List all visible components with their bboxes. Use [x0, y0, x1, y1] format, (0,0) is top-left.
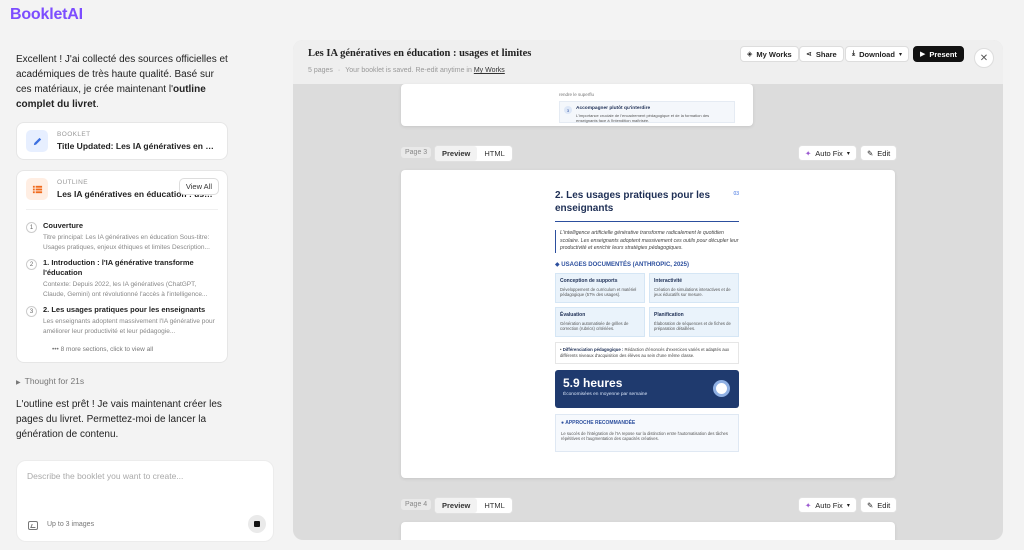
tab-html[interactable]: HTML — [477, 146, 511, 161]
stop-button[interactable] — [248, 515, 266, 533]
usage-cell: Évaluation Génération automatisée de gri… — [555, 306, 645, 337]
layers-icon: ◈ — [747, 51, 753, 58]
present-button[interactable]: ▶ Present — [913, 46, 964, 62]
composer: Up to 3 images — [16, 460, 274, 542]
preview-header: Les IA génératives en éducation : usages… — [293, 40, 1003, 84]
booklet-meta: 5 pages · Your booklet is saved. Re-edit a… — [308, 67, 505, 74]
auto-fix-button[interactable]: ✦ Auto Fix ▾ — [798, 497, 857, 513]
outline-item-desc: Contexte: Depuis 2022, les IA générative… — [43, 281, 208, 298]
list-icon — [26, 178, 48, 200]
booklet-title: Les IA génératives en éducation : usages… — [308, 48, 532, 59]
chevron-down-icon: ▾ — [846, 150, 850, 157]
page-4-toolbar: Page 4 Preview HTML ✦ Auto Fix ▾ ✎ Edit — [401, 497, 898, 514]
page-2-content: rendre le superflu 3 Accompagner plutôt … — [559, 92, 735, 123]
my-works-button[interactable]: ◈ My Works — [740, 46, 799, 62]
image-upload-icon[interactable] — [28, 521, 38, 530]
usage-cell: Conception de supports Développement de … — [555, 272, 645, 303]
caret-right-icon: ▶ — [16, 380, 21, 386]
edit-button[interactable]: ✎ Edit — [860, 497, 898, 513]
outline-list: 1 Couverture Titre principal: Les IA gén… — [26, 209, 218, 353]
outline-item-title: Couverture — [43, 221, 84, 230]
page-3-label: Page 3 — [401, 147, 432, 158]
more-sections-link[interactable]: ••• 8 more sections, click to view all — [52, 346, 218, 353]
page-4-card[interactable] — [401, 522, 895, 540]
stat-label: Économisées en moyenne par semaine — [563, 391, 648, 397]
approach-box: ● APPROCHE RECOMMANDÉE Le succès de l'in… — [555, 413, 739, 452]
tab-html[interactable]: HTML — [477, 498, 511, 513]
clock-icon — [713, 379, 730, 397]
outline-item[interactable]: 1 Couverture Titre principal: Les IA gén… — [26, 221, 218, 253]
prompt-input[interactable] — [27, 471, 263, 481]
close-preview-button[interactable]: ✕ — [974, 48, 994, 68]
page-2-line: rendre le superflu — [559, 92, 595, 97]
usage-cell: Planification Élaboration de séquences e… — [649, 306, 739, 337]
booklet-title: Title Updated: Les IA génératives en édu… — [57, 141, 217, 151]
page-3-document: 03 2. Les usages pratiques pour les ense… — [555, 189, 739, 452]
assistant-message-2: L'outline est prêt ! Je vais maintenant … — [16, 399, 222, 440]
images-hint: Up to 3 images — [47, 521, 95, 528]
app-logo[interactable]: BookletAI — [10, 6, 83, 24]
step-number: 3 — [564, 106, 572, 114]
usage-cell: Interactivité Création de simulations in… — [649, 272, 739, 303]
chat-panel: Excellent ! J'ai collecté des sources of… — [0, 40, 292, 550]
outline-item[interactable]: 3 2. Les usages pratiques pour les ensei… — [26, 305, 218, 337]
view-toggle: Preview HTML — [434, 145, 513, 162]
pencil-icon — [26, 130, 48, 152]
share-icon: ⋖ — [806, 51, 812, 58]
differentiation-box: • Différenciation pédagogique : Rédactio… — [555, 341, 739, 364]
edit-button[interactable]: ✎ Edit — [860, 145, 898, 161]
usage-grid: Conception de supports Développement de … — [555, 272, 739, 337]
tab-preview[interactable]: Preview — [435, 498, 478, 513]
stop-icon — [254, 521, 260, 527]
doc-section-title: ◆ USAGES DOCUMENTÉS (ANTHROPIC, 2025) — [555, 261, 689, 268]
outline-item[interactable]: 2 1. Introduction : l'IA générative tran… — [26, 258, 218, 300]
outline-item-title: 1. Introduction : l'IA générative transf… — [43, 258, 194, 277]
outline-number: 2 — [26, 259, 37, 270]
download-icon: ⤓ — [852, 50, 856, 57]
page-4-label: Page 4 — [401, 499, 432, 510]
download-button[interactable]: ⤓ Download ▾ — [845, 46, 909, 62]
page-number: 03 — [733, 191, 739, 197]
view-toggle: Preview HTML — [434, 497, 513, 514]
my-works-link[interactable]: My Works — [474, 67, 505, 74]
outline-card[interactable]: OUTLINE Les IA génératives en éducation … — [16, 170, 228, 363]
stat-value: 5.9 heures — [563, 375, 623, 390]
chevron-down-icon: ▾ — [846, 502, 850, 509]
assistant-message: Excellent ! J'ai collecté des sources of… — [16, 54, 228, 110]
outline-item-desc: Les enseignants adoptent massivement l'I… — [43, 318, 215, 335]
booklet-card[interactable]: BOOKLET Title Updated: Les IA générative… — [16, 122, 228, 160]
booklet-preview: Les IA génératives en éducation : usages… — [293, 40, 1003, 540]
play-icon: ▶ — [920, 51, 926, 58]
divider — [555, 221, 739, 222]
outline-number: 1 — [26, 222, 37, 233]
stat-box: 5.9 heures Économisées en moyenne par se… — [555, 369, 739, 408]
view-all-button[interactable]: View All — [178, 178, 219, 195]
thought-toggle[interactable]: ▶ Thought for 21s — [16, 376, 228, 386]
pencil-icon: ✎ — [867, 148, 874, 158]
chevron-down-icon: ▾ — [898, 51, 902, 58]
wand-icon: ✦ — [805, 500, 812, 510]
doc-heading: 2. Les usages pratiques pour les enseign… — [555, 190, 711, 214]
doc-quote: L'intelligence artificielle générative t… — [555, 230, 739, 253]
page-3-toolbar: Page 3 Preview HTML ✦ Auto Fix ▾ ✎ Edit — [401, 145, 898, 162]
chat-messages[interactable]: Excellent ! J'ai collecté des sources of… — [16, 52, 228, 452]
share-button[interactable]: ⋖ Share — [799, 46, 844, 62]
page-2-step: 3 Accompagner plutôt qu'interdire L'impo… — [559, 101, 735, 123]
wand-icon: ✦ — [805, 148, 812, 158]
outline-number: 3 — [26, 306, 37, 317]
tab-preview[interactable]: Preview — [435, 146, 478, 161]
auto-fix-button[interactable]: ✦ Auto Fix ▾ — [798, 145, 857, 161]
outline-item-desc: Titre principal: Les IA génératives en é… — [43, 234, 210, 251]
booklet-kicker: BOOKLET — [57, 131, 91, 138]
pencil-icon: ✎ — [867, 500, 874, 510]
outline-item-title: 2. Les usages pratiques pour les enseign… — [43, 305, 206, 314]
